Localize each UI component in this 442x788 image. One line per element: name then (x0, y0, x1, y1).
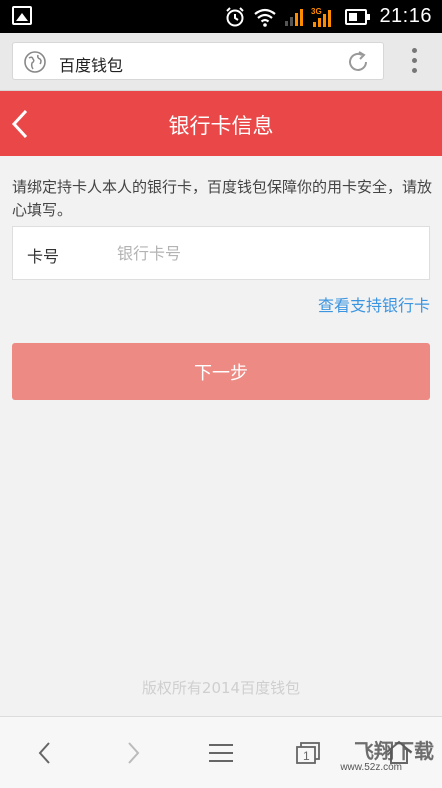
intro-text: 请绑定持卡人本人的银行卡，百度钱包保障你的用卡安全，请放心填写。 (12, 178, 433, 219)
overflow-menu-icon[interactable] (412, 48, 418, 76)
battery-icon (345, 8, 371, 25)
card-number-input[interactable] (117, 239, 407, 267)
status-bar: 3G 21:16 (0, 0, 442, 33)
network-type: 3G (311, 7, 322, 16)
reload-icon[interactable] (345, 49, 371, 75)
forward-icon[interactable] (122, 737, 144, 769)
signal-icon (285, 8, 304, 26)
signal-3g-icon: 3G (311, 7, 332, 27)
page-header: 银行卡信息 (0, 91, 442, 156)
browser-url-bar: 百度钱包 (0, 33, 442, 91)
image-icon (12, 6, 32, 25)
watermark-brand: 飞翔下载 (354, 739, 434, 763)
url-text: 百度钱包 (59, 56, 124, 75)
supported-banks-link[interactable]: 查看支持银行卡 (318, 292, 430, 316)
next-step-button[interactable]: 下一步 (12, 343, 430, 400)
globe-icon (24, 51, 46, 73)
status-icons: 3G 21:16 (224, 0, 432, 33)
watermark-site: www.52z.com (340, 762, 402, 773)
page-title: 银行卡信息 (168, 114, 274, 138)
wifi-icon (254, 8, 277, 27)
status-time: 21:16 (379, 5, 432, 27)
card-number-label: 卡号 (27, 247, 60, 266)
url-field[interactable]: 百度钱包 (12, 42, 384, 80)
alarm-icon (226, 6, 245, 26)
back-icon[interactable] (34, 737, 56, 769)
copyright-text: 版权所有2014百度钱包 (141, 679, 301, 697)
tabs-count: 1 (303, 749, 310, 763)
menu-icon[interactable] (206, 737, 236, 769)
tabs-icon[interactable]: 1 (294, 737, 324, 769)
card-number-row: 卡号 (12, 226, 430, 280)
